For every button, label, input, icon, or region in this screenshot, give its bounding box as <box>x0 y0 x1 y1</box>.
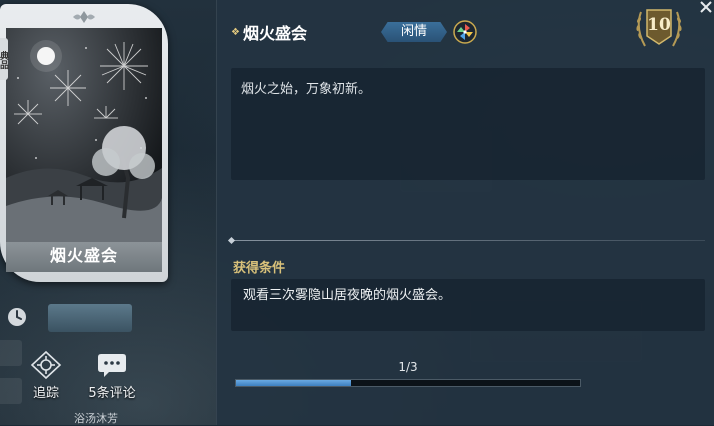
clock-icon[interactable] <box>6 306 28 328</box>
achievement-detail-panel: ❖ 烟火盛会 闲情 10 烟火之始，万象初新。 获得条件 观看三次雾隐山居夜晚的… <box>216 0 714 425</box>
achievement-description: 烟火之始，万象初新。 <box>241 82 372 97</box>
card-tag: 典品 <box>0 38 8 80</box>
section-divider <box>231 240 705 241</box>
achievement-card: 典品 烟火盛会 <box>0 4 168 282</box>
progress-bar-fill <box>236 380 351 386</box>
track-button-label: 追踪 <box>32 386 59 401</box>
fireworks-illustration <box>6 28 162 242</box>
title-diamond-icon: ❖ <box>231 26 240 38</box>
achievement-title: 烟火盛会 <box>242 24 307 43</box>
comments-button[interactable]: 5条评论 <box>80 350 144 401</box>
comment-bubble-icon <box>98 354 126 377</box>
condition-box: 观看三次雾隐山居夜晚的烟火盛会。 <box>231 279 705 331</box>
progress-label: 1/3 <box>398 360 418 374</box>
card-ornament-icon <box>73 11 95 23</box>
condition-text: 观看三次雾隐山居夜晚的烟火盛会。 <box>243 288 452 303</box>
category-badge: 闲情 <box>381 22 447 42</box>
level-number: 10 <box>647 15 671 35</box>
thumbnail-strip[interactable] <box>48 304 132 332</box>
progress-bar <box>235 379 581 387</box>
condition-header: 获得条件 <box>233 261 286 276</box>
divider-diamond-icon <box>227 236 236 245</box>
track-target-icon <box>30 350 62 380</box>
title-row: ❖ 烟火盛会 <box>231 20 307 44</box>
close-icon[interactable] <box>695 0 714 14</box>
comments-button-label: 5条评论 <box>88 386 136 401</box>
description-box: 烟火之始，万象初新。 <box>231 68 705 180</box>
track-button[interactable]: 追踪 <box>14 350 78 401</box>
card-title: 烟火盛会 <box>6 242 162 272</box>
background-item-label: 浴汤沐芳 <box>74 412 118 425</box>
pinwheel-icon <box>453 20 477 44</box>
